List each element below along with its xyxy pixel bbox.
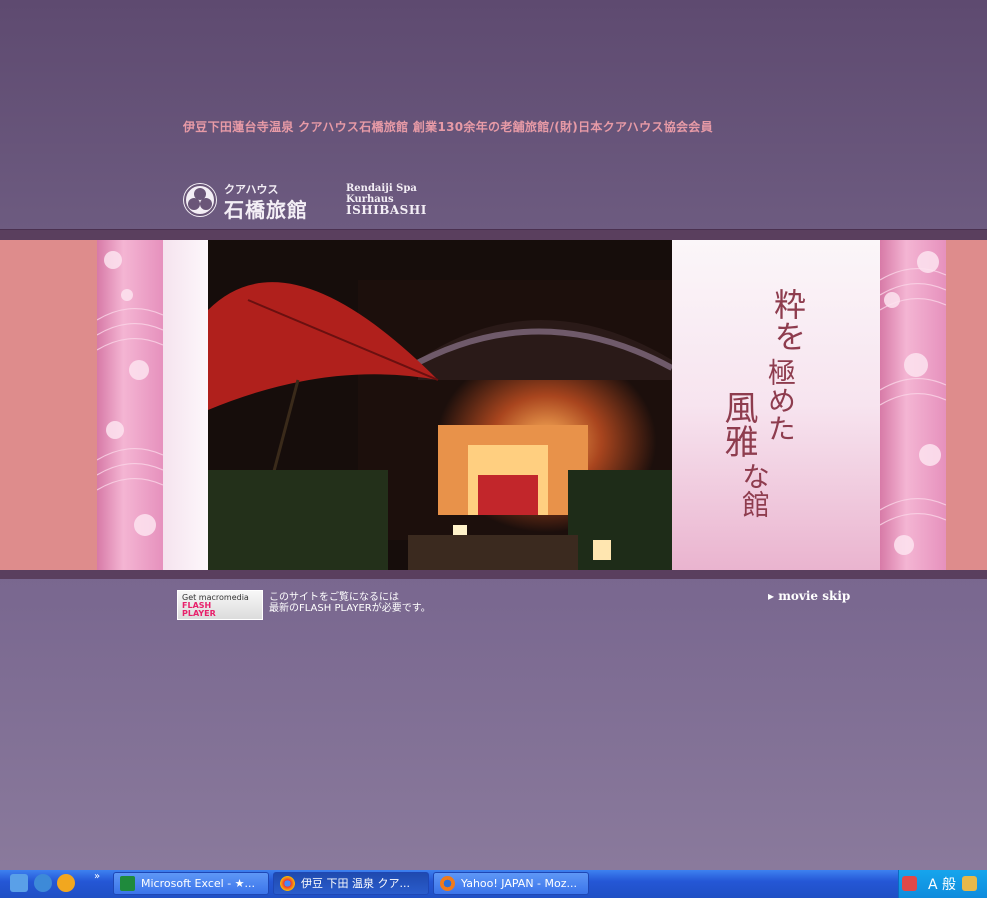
- get-flash-player-button[interactable]: Get macromedia FLASH PLAYER: [177, 590, 263, 620]
- internet-explorer-icon[interactable]: [34, 874, 52, 892]
- sakura-panel-left: [96, 240, 164, 570]
- taskbar-button-excel[interactable]: Microsoft Excel - ★...: [113, 872, 269, 895]
- tray-app-icon[interactable]: [962, 876, 977, 891]
- calligraphy-panel: 粋を 極めた 風雅 な館: [672, 240, 880, 570]
- banner-bottom-border: [0, 570, 987, 579]
- logo-name: 石橋旅館: [224, 198, 308, 222]
- taskbar-label: Yahoo! JAPAN - Moz...: [461, 877, 577, 890]
- calligraphy-text-4: な館: [738, 462, 771, 518]
- sakura-panel-right: [879, 240, 947, 570]
- antivirus-icon[interactable]: [902, 876, 917, 891]
- ryokan-entrance-photo: [208, 240, 672, 570]
- show-desktop-icon[interactable]: [10, 874, 28, 892]
- calligraphy-text-2: 極めた: [764, 358, 797, 442]
- player-label: PLAYER: [182, 609, 216, 618]
- banner-white-strip: [163, 240, 208, 570]
- quicklaunch-chevron-icon[interactable]: »: [94, 871, 100, 882]
- calligraphy-text-1: 粋を: [769, 288, 807, 352]
- ime-indicator[interactable]: A 般: [928, 874, 956, 894]
- flash-requirement-note: このサイトをご覧になるには 最新のFLASH PLAYERが必要です。: [269, 592, 431, 614]
- movie-skip-link[interactable]: ▸ movie skip: [768, 589, 850, 603]
- logo-en-line1: Rendaiji Spa: [346, 183, 417, 194]
- calligraphy-col2: 風雅: [718, 390, 760, 458]
- excel-icon: [120, 876, 135, 891]
- logo-english: Rendaiji Spa Kurhaus ISHIBASHI: [346, 183, 427, 216]
- media-player-icon[interactable]: [57, 874, 75, 892]
- firefox-icon: [440, 876, 455, 891]
- taskbar-button-chrome[interactable]: 伊豆 下田 温泉 クア...: [273, 872, 429, 895]
- site-tagline: 伊豆下田蓮台寺温泉 クアハウス石橋旅館 創業130余年の老舗旅館/(財)日本クア…: [183, 120, 713, 134]
- taskbar-label: 伊豆 下田 温泉 クア...: [301, 877, 410, 890]
- site-logo[interactable]: クアハウス 石橋旅館 Rendaiji Spa Kurhaus ISHIBASH…: [183, 181, 443, 222]
- taskbar-label: Microsoft Excel - ★...: [141, 877, 256, 890]
- calligraphy-col1: 粋を: [769, 288, 810, 352]
- logo-en-line3: ISHIBASHI: [346, 203, 427, 217]
- flash-note-line2: 最新のFLASH PLAYERが必要です。: [269, 603, 431, 614]
- calligraphy-text-3: 風雅: [718, 390, 758, 458]
- chrome-icon: [280, 876, 295, 891]
- family-crest-icon: [183, 183, 217, 217]
- calligraphy-col3: な館: [736, 462, 776, 518]
- calligraphy-col1b: 極めた: [762, 358, 802, 442]
- taskbar-button-firefox[interactable]: Yahoo! JAPAN - Moz...: [433, 872, 589, 895]
- flash-note-line1: このサイトをご覧になるには: [269, 592, 399, 603]
